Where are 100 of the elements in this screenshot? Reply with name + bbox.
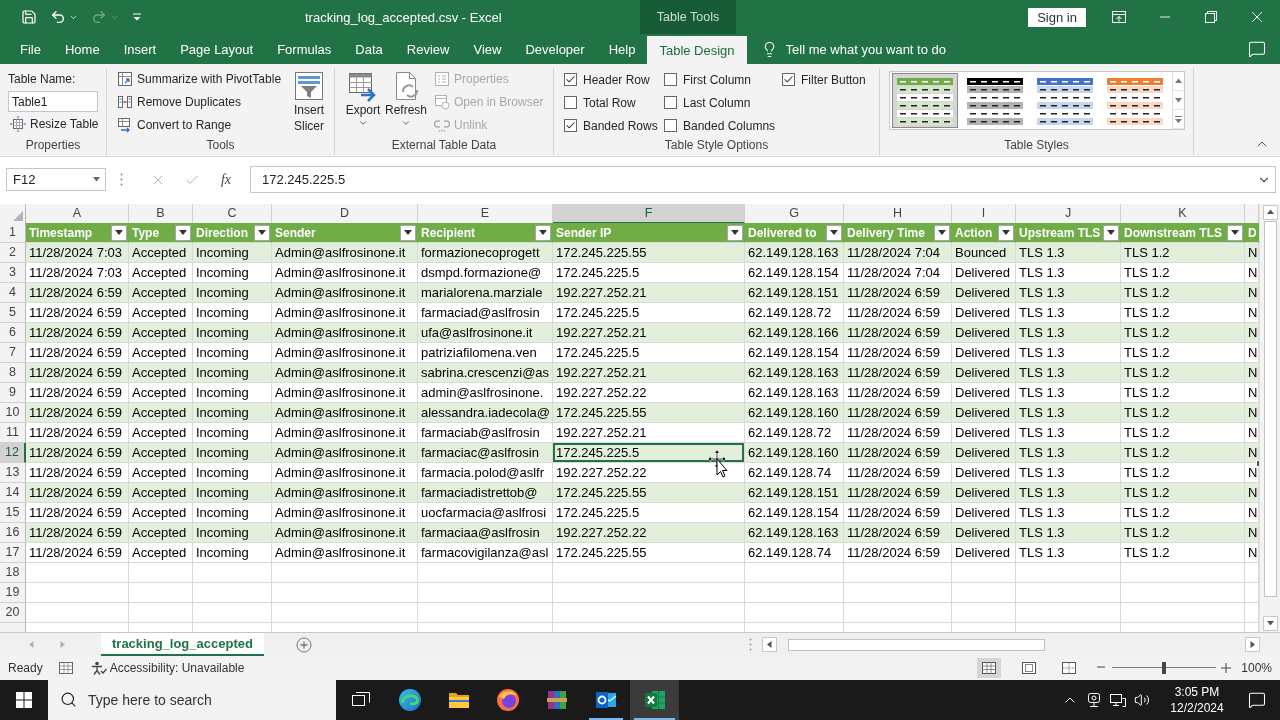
row-number[interactable]: 19: [0, 583, 26, 603]
filter-button[interactable]: [175, 224, 191, 241]
scrollbar-thumb[interactable]: [1263, 221, 1277, 597]
filter-button[interactable]: [1103, 224, 1119, 241]
ribbon-tab[interactable]: Formulas: [265, 34, 344, 64]
restore-icon[interactable]: [1205, 11, 1217, 23]
filter-button[interactable]: [727, 224, 743, 241]
filter-button[interactable]: [111, 224, 127, 241]
filter-button[interactable]: [1227, 224, 1243, 241]
ribbon-tab[interactable]: Home: [52, 34, 112, 64]
checkbox[interactable]: [564, 96, 577, 109]
filter-button[interactable]: [826, 224, 842, 241]
column-header[interactable]: G: [745, 204, 844, 224]
column-header[interactable]: E: [418, 204, 553, 224]
insert-function-button[interactable]: fx: [217, 171, 234, 188]
ribbon-tab[interactable]: File: [8, 34, 53, 64]
row-number[interactable]: 3: [0, 263, 26, 283]
ribbon-command-button[interactable]: Summarize with PivotTable: [115, 68, 284, 91]
taskbar-search-field[interactable]: Type here to search: [48, 680, 336, 720]
accessibility-status[interactable]: Accessibility: Unavailable: [109, 661, 245, 675]
ribbon-tab[interactable]: Review: [394, 34, 462, 64]
ribbon-tab[interactable]: Data: [343, 34, 395, 64]
column-header[interactable]: H: [844, 204, 952, 224]
scroll-right-button[interactable]: [1245, 637, 1260, 652]
checkbox[interactable]: [664, 73, 677, 86]
row-number[interactable]: 5: [0, 303, 26, 323]
row-number[interactable]: 8: [0, 363, 26, 383]
row-number[interactable]: 6: [0, 323, 26, 343]
view-button[interactable]: [977, 658, 1002, 678]
ribbon-tab[interactable]: View: [461, 34, 514, 64]
webcam-icon[interactable]: [1086, 692, 1102, 708]
filter-button[interactable]: [998, 224, 1014, 241]
checkbox[interactable]: [564, 73, 577, 86]
scroll-down-button[interactable]: [1262, 616, 1278, 631]
formula-field[interactable]: 172.245.225.5: [250, 166, 1276, 193]
clock-date[interactable]: 12/2/2024: [1170, 700, 1224, 716]
ribbon-tab[interactable]: Developer: [513, 34, 597, 64]
row-number[interactable]: 15: [0, 503, 26, 523]
tell-me-field[interactable]: Tell me what you want to do: [785, 41, 986, 57]
column-header[interactable]: B: [129, 204, 193, 224]
table-name-field[interactable]: Table1: [8, 91, 98, 112]
insert-slicer-button[interactable]: Insert Slicer: [288, 68, 330, 136]
row-number[interactable]: 20: [0, 603, 26, 623]
filter-button[interactable]: [400, 224, 416, 241]
ribbon-tab[interactable]: Page Layout: [168, 34, 266, 64]
bar-caret-icon[interactable]: [132, 12, 142, 22]
comments-icon[interactable]: [1248, 40, 1266, 58]
resize-table-button[interactable]: Resize Table: [8, 112, 101, 135]
checkbox[interactable]: [564, 119, 577, 132]
volume-icon[interactable]: [1134, 692, 1150, 708]
checkbox[interactable]: [664, 119, 677, 132]
row-number[interactable]: 1: [0, 223, 26, 243]
scroll-left-button[interactable]: [762, 637, 777, 652]
column-header[interactable]: J: [1016, 204, 1121, 224]
zoom-slider[interactable]: [1112, 661, 1217, 675]
name-box[interactable]: F12: [6, 168, 106, 191]
checkbox[interactable]: [782, 73, 795, 86]
network-icon[interactable]: [1110, 692, 1126, 708]
column-header[interactable]: F: [553, 204, 745, 224]
undo-icon[interactable]: [50, 9, 66, 25]
taskbar-app-button[interactable]: [630, 680, 679, 720]
row-number[interactable]: 9: [0, 383, 26, 403]
row-number[interactable]: 18: [0, 563, 26, 583]
column-header[interactable]: D: [272, 204, 418, 224]
row-number[interactable]: 7: [0, 343, 26, 363]
column-header[interactable]: C: [193, 204, 272, 224]
save-icon[interactable]: [21, 9, 37, 25]
add-sheet-icon[interactable]: [295, 636, 312, 653]
column-header[interactable]: A: [26, 204, 129, 224]
filter-button[interactable]: [254, 224, 270, 241]
checkbox[interactable]: [664, 96, 677, 109]
column-header[interactable]: I: [952, 204, 1016, 224]
dropdown-arrow-icon[interactable]: [92, 175, 101, 184]
row-number[interactable]: 12: [0, 443, 26, 463]
row-number[interactable]: 2: [0, 243, 26, 263]
zoom-slider-thumb[interactable]: [1162, 662, 1167, 674]
row-number[interactable]: 17: [0, 543, 26, 563]
zoom-in-icon[interactable]: [1221, 663, 1232, 673]
row-number[interactable]: 16: [0, 523, 26, 543]
row-number[interactable]: 11: [0, 423, 26, 443]
row-number[interactable]: 4: [0, 283, 26, 303]
sheet-tab[interactable]: tracking_log_accepted: [101, 633, 264, 656]
sign-in-button[interactable]: Sign in: [1028, 7, 1086, 27]
zoom-percentage[interactable]: 100%: [1241, 661, 1272, 675]
ribbon-tab[interactable]: Table Design: [647, 36, 747, 64]
column-header[interactable]: K: [1121, 204, 1245, 224]
ribbon-command-button[interactable]: Remove Duplicates: [115, 90, 284, 114]
ribbon-command-button[interactable]: Convert to Range: [115, 113, 284, 136]
ribbon-large-button[interactable]: Refresh: [384, 68, 428, 136]
filter-button[interactable]: [934, 224, 950, 241]
row-number[interactable]: 10: [0, 403, 26, 423]
filter-button[interactable]: [535, 224, 551, 241]
grid-icon[interactable]: [58, 662, 73, 674]
scrollbar-thumb[interactable]: [788, 638, 1045, 651]
ribbon-tab[interactable]: Help: [596, 34, 648, 64]
ribbon-large-button[interactable]: Export: [342, 68, 384, 136]
scroll-up-button[interactable]: [1262, 205, 1278, 220]
row-number[interactable]: 14: [0, 483, 26, 503]
row-number[interactable]: 13: [0, 463, 26, 483]
notifications-icon[interactable]: [1248, 691, 1266, 709]
